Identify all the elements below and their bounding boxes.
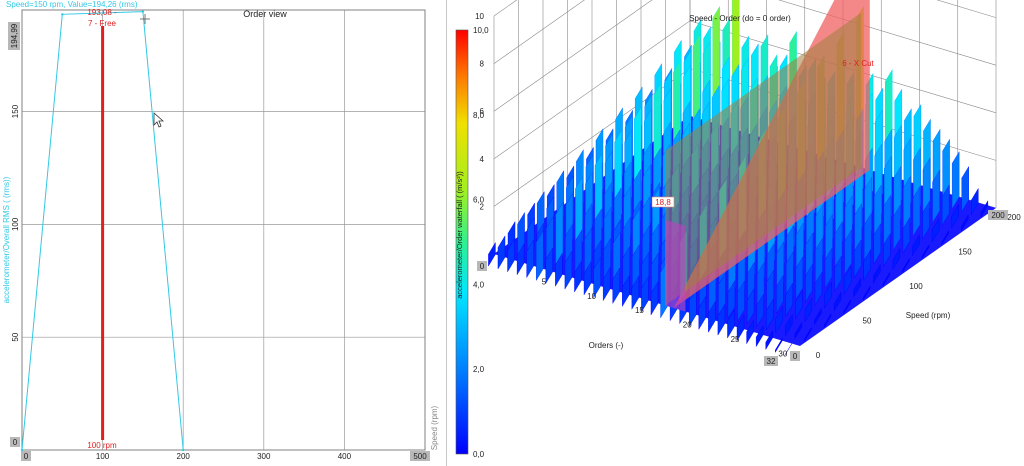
overall-rms-point [61,13,64,16]
speed-tick-label: 50 [863,317,872,326]
y-tick-label: 150 [11,104,20,118]
cursor-value-box-label: 18,8 [655,198,671,207]
order-view-panel[interactable]: 100 200 300 400 50 100 150 Order view Speed=15… [0,0,446,466]
orders-axis-label: Orders (-) [589,341,624,350]
cursor-readout: Speed=150 rpm, Value=194,26 (rms) [6,0,138,9]
x-tick-label: 400 [338,452,352,461]
order-analysis-view: 100 200 300 40050100150 Order view Speed=15… [0,0,1021,466]
x-cut-label: 6 - X Cut [842,59,874,68]
waterfall-title: Speed - Order (do = 0 order) [689,14,791,23]
order-waterfall-panel[interactable]: 10,08,06,04,02,00,0 accelerometer/Order … [455,0,1021,459]
speed-max-box-label: 200 [991,211,1005,220]
orders-tick-label: 30 [778,349,787,358]
speed-cursor-line[interactable] [101,26,105,440]
colorbar-tick-label: 2,0 [473,365,485,374]
max-marker-label: 193,08 - [87,8,117,17]
overall-rms-point [182,448,185,452]
orders-tick-label: 15 [635,306,644,315]
speed-cursor[interactable] [101,26,105,440]
colorbar-tick-labels: 10,08,06,04,02,00,0 [473,26,489,459]
y-max-box-label: 194,99 [10,23,19,48]
z-tick-label: 6 [480,107,485,116]
colorbar-tick-label: 0,0 [473,450,485,459]
z-axis-bottom-box-label: 0 [480,262,485,271]
x-min-box-label: 0 [24,452,29,461]
order-view-ylabel: accelerometer/Overall RMS ( (rms)) [2,176,11,303]
y-min-box-label: 0 [13,438,18,447]
colorbar-tick-label: 4,0 [473,280,485,289]
overall-rms-point [141,10,145,13]
z-tick-label: 8 [480,60,485,69]
speed-tick-label: 0 [816,351,821,360]
order-view-title: Order view [243,9,287,19]
orders-max-box-label: 32 [767,357,776,366]
orders-tick-label: 25 [731,335,740,344]
z-tick-label: 2 [480,202,485,211]
order-view-background [0,0,446,466]
y-tick-label: 50 [11,332,20,341]
x-tick-label: 100 [96,452,110,461]
orders-tick-label: 20 [683,321,692,330]
orders-tick-label: 5 [542,277,547,286]
colorbar-label: accelerometer/Order waterfall ( (m/s²)) [455,171,464,299]
cursor-value-label: 100 rpm [87,441,117,450]
x-tick-label: 300 [257,452,271,461]
speed-min-box-label: 0 [793,352,798,361]
colorbar-tick-label: 10,0 [473,26,489,35]
orders-tick-label: 10 [587,292,596,301]
speed-tick-label: 200 [1007,213,1021,222]
free-label: 7 - Free [88,19,117,28]
waterfall-bar [497,235,506,270]
x-max-box-label: 500 [413,452,427,461]
y-tick-label: 100 [11,217,20,231]
overall-rms-point [20,448,24,452]
x-tick-label: 200 [177,452,191,461]
z-tick-label: 10 [475,12,484,21]
speed-tick-label: 100 [909,282,923,291]
waterfall-bar [488,241,496,267]
speed-tick-label: 150 [958,248,972,257]
order-cursor-front [665,219,686,312]
z-tick-label: 4 [480,155,485,164]
speed-axis-label: Speed (rpm) [906,311,951,320]
order-view-xlabel: Speed (rpm) [430,405,439,450]
